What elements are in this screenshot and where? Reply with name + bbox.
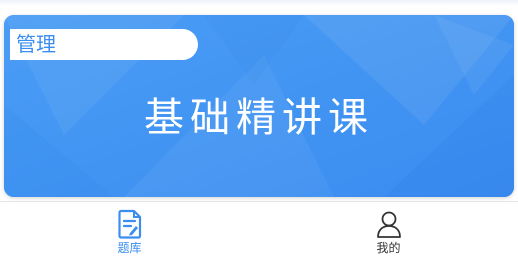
tab-profile[interactable]: 我的 [259,202,518,259]
top-divider [0,0,518,6]
tab-label: 题库 [117,241,142,255]
tab-question-bank[interactable]: 题库 [0,202,259,259]
user-profile-icon [376,211,401,238]
bottom-tab-bar: 题库 我的 [0,201,518,259]
page: 管理 基础精讲课 题库 我的 [0,0,518,259]
course-card[interactable]: 管理 基础精讲课 [4,15,514,197]
course-title: 基础精讲课 [144,95,374,141]
course-category-tag: 管理 [10,29,198,60]
question-bank-icon [117,209,141,239]
tab-label: 我的 [376,241,401,255]
